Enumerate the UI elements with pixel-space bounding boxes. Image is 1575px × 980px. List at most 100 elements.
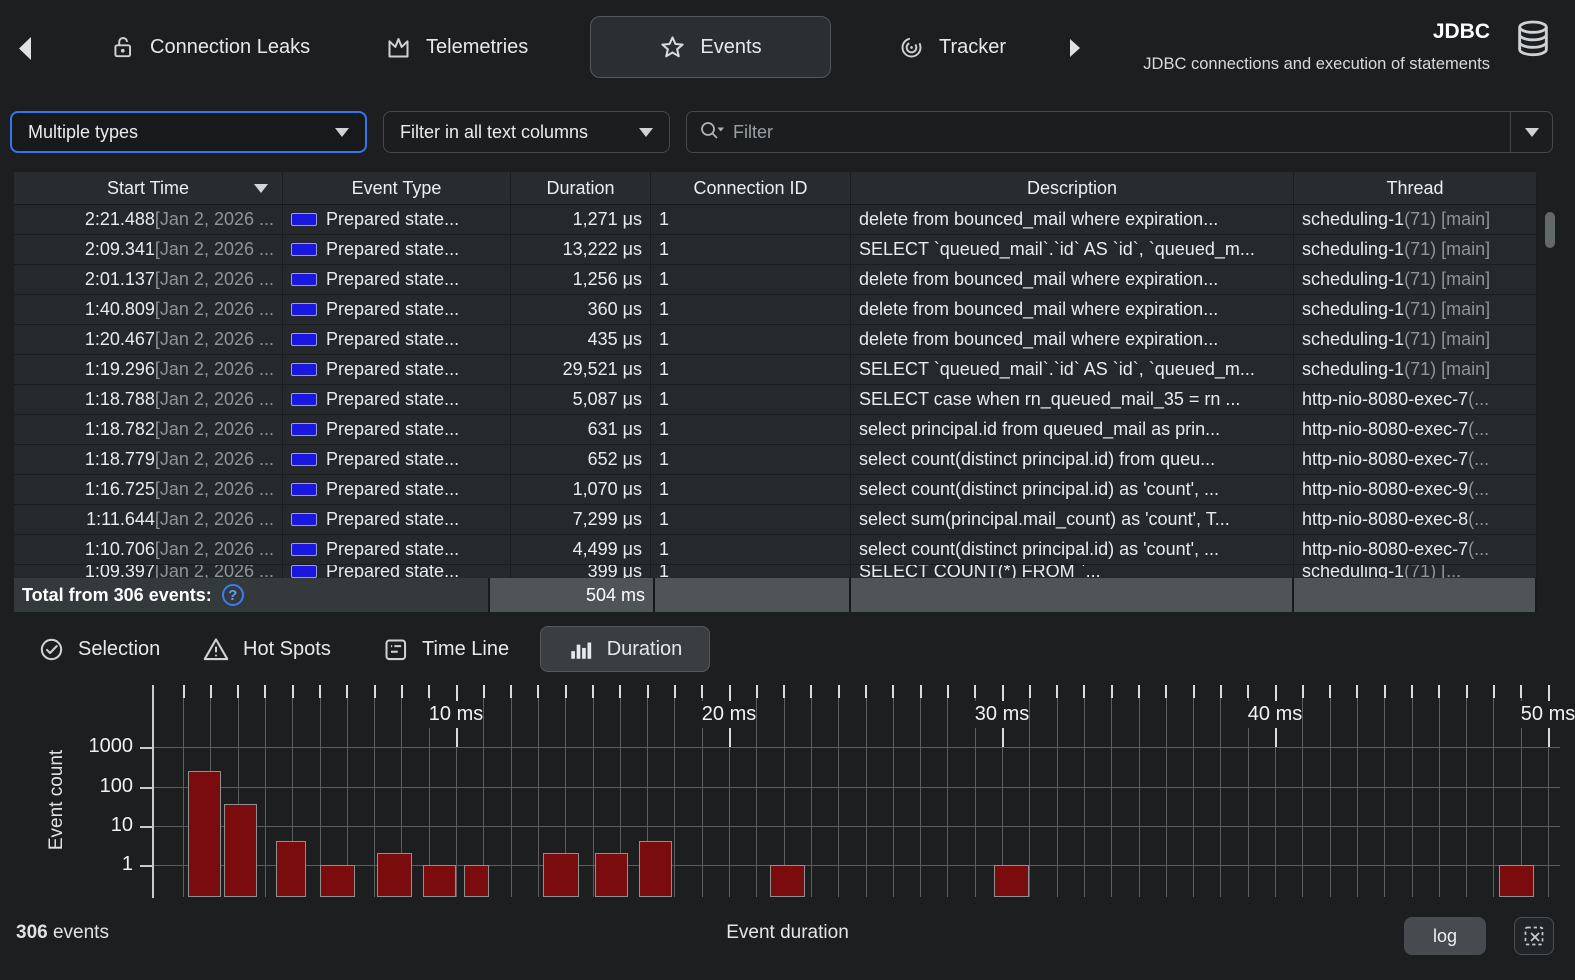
gridline-vertical [1356,685,1358,897]
column-header[interactable]: Duration [511,172,651,204]
column-header[interactable]: Description [851,172,1294,204]
column-filter-select[interactable]: Filter in all text columns [383,111,670,153]
gridline-vertical [1302,685,1304,897]
duration: 1,070 μs [572,479,642,499]
description: SELECT `queued_mail`.`id` AS `id`, `queu… [859,239,1255,259]
total-duration-cell: 504 ms [490,578,655,612]
gridline-vertical [1220,685,1222,897]
view-tab-time-line[interactable]: Time Line [382,626,509,672]
description: select sum(principal.mail_count) as 'cou… [859,509,1230,529]
total-duration: 504 ms [585,584,645,605]
table-row[interactable]: 1:09.397 [Jan 2, 2026 ... Prepared state.… [14,565,1537,578]
cell-event-type: Prepared state... [283,535,511,564]
cell-start-time: 1:10.706 [Jan 2, 2026 ... [14,535,283,564]
y-tick-label: 1000 [88,735,134,758]
histogram-bar [319,865,355,897]
view-tab-label: Hot Spots [243,637,331,660]
table-row[interactable]: 1:40.809 [Jan 2, 2026 ... Prepared state.… [14,295,1537,325]
description: select count(distinct principal.id) from… [859,449,1216,469]
start-time: 1:16.725 [84,479,155,499]
clear-selection-button[interactable] [1514,917,1554,955]
cell-start-time: 1:18.779 [Jan 2, 2026 ... [14,445,283,474]
table-row[interactable]: 2:21.488 [Jan 2, 2026 ... Prepared state.… [14,205,1537,235]
view-tab-duration[interactable]: Duration [540,626,710,672]
connection-id: 1 [659,329,670,349]
total-label-cell: Total from 306 events:? [14,578,490,612]
gridline-vertical [892,685,894,897]
table-row[interactable]: 1:18.779 [Jan 2, 2026 ... Prepared state.… [14,445,1537,475]
tab-tracker[interactable]: Tracker [898,16,1006,78]
tab-connection-leaks[interactable]: Connection Leaks [110,16,310,78]
description: delete from bounced_mail where expiratio… [859,269,1219,289]
gridline-vertical [756,685,758,897]
gridline-vertical [1438,685,1440,897]
tab-label: Telemetries [426,35,529,58]
duration-histogram[interactable]: 10 ms 20 ms 30 ms 40 ms 50 ms [152,685,1575,900]
thread-info: (71) [main] [1404,329,1491,349]
event-type: Prepared state... [326,299,460,319]
check-circle-icon [38,636,65,663]
vertical-scrollbar[interactable] [1545,212,1555,248]
x-minor-tick [1138,685,1140,698]
tab-events[interactable]: Events [590,16,831,78]
start-date: [Jan 2, 2026 ... [154,449,274,469]
x-minor-tick [510,685,513,698]
star-icon [659,34,686,61]
cell-start-time: 1:18.782 [Jan 2, 2026 ... [14,415,283,444]
cell-event-type: Prepared state... [283,475,511,504]
table-row[interactable]: 1:18.782 [Jan 2, 2026 ... Prepared state.… [14,415,1537,445]
cell-start-time: 1:09.397 [Jan 2, 2026 ... [14,565,283,578]
x-minor-tick [919,685,922,698]
x-minor-tick [1411,685,1413,698]
text-filter-input[interactable]: Filter [686,111,1553,153]
event-type-filter-select[interactable]: Multiple types [10,111,367,153]
x-minor-tick [1219,685,1222,698]
table-row[interactable]: 1:18.788 [Jan 2, 2026 ... Prepared state.… [14,385,1537,415]
table-row[interactable]: 1:16.725 [Jan 2, 2026 ... Prepared state.… [14,475,1537,505]
back-chevron-icon[interactable] [16,36,34,61]
column-header[interactable]: Event Type [283,172,511,204]
start-time: 1:09.397 [84,565,155,578]
cell-connection-id: 1 [651,475,851,504]
column-header[interactable]: Connection ID [651,172,851,204]
connection-id: 1 [659,509,670,529]
start-date: [Jan 2, 2026 ... [154,209,274,229]
x-minor-tick [1165,685,1168,698]
x-minor-tick [1301,685,1304,698]
cell-thread: http-nio-8080-exec-8 (... [1294,505,1537,534]
start-time: 1:11.644 [86,509,155,529]
view-tab-hot-spots[interactable]: Hot Spots [202,626,331,672]
column-header[interactable]: Thread [1294,172,1537,204]
table-row[interactable]: 1:19.296 [Jan 2, 2026 ... Prepared state.… [14,355,1537,385]
help-icon[interactable]: ? [221,584,244,606]
table-row[interactable]: 2:09.341 [Jan 2, 2026 ... Prepared state.… [14,235,1537,265]
filter-history-dropdown[interactable] [1510,112,1552,152]
table-row[interactable]: 2:01.137 [Jan 2, 2026 ... Prepared state.… [14,265,1537,295]
bar-chart-icon [568,636,594,662]
histogram-bar [223,803,257,897]
thread-info: (... [1468,479,1490,499]
description: SELECT case when rn_queued_mail_35 = rn … [859,389,1241,409]
cell-event-type: Prepared state... [283,325,511,354]
table-row[interactable]: 1:11.644 [Jan 2, 2026 ... Prepared state.… [14,505,1537,535]
statement-event-icon [291,273,317,286]
cell-start-time: 2:09.341 [Jan 2, 2026 ... [14,235,283,264]
y-tick-label: 1 [121,853,133,875]
thread-name: scheduling-1 [1302,269,1405,289]
table-row[interactable]: 1:10.706 [Jan 2, 2026 ... Prepared state.… [14,535,1537,565]
view-tab-selection[interactable]: Selection [38,626,160,672]
connection-id: 1 [659,419,670,439]
log-scale-button[interactable]: log [1404,917,1486,955]
event-type: Prepared state... [326,539,460,559]
events-count: 306 [16,922,48,943]
forward-chevron-icon[interactable] [1068,38,1082,58]
tab-label: Tracker [939,35,1007,58]
cell-duration: 13,222 μs [511,235,651,264]
event-type: Prepared state... [326,359,460,379]
gridline-vertical [1029,685,1031,897]
description: SELECT COUNT(*) FROM `... [859,565,1101,578]
tab-telemetries[interactable]: Telemetries [385,16,528,78]
column-header[interactable]: Start Time [14,172,283,204]
table-row[interactable]: 1:20.467 [Jan 2, 2026 ... Prepared state.… [14,325,1537,355]
cell-duration: 1,070 μs [511,475,651,504]
